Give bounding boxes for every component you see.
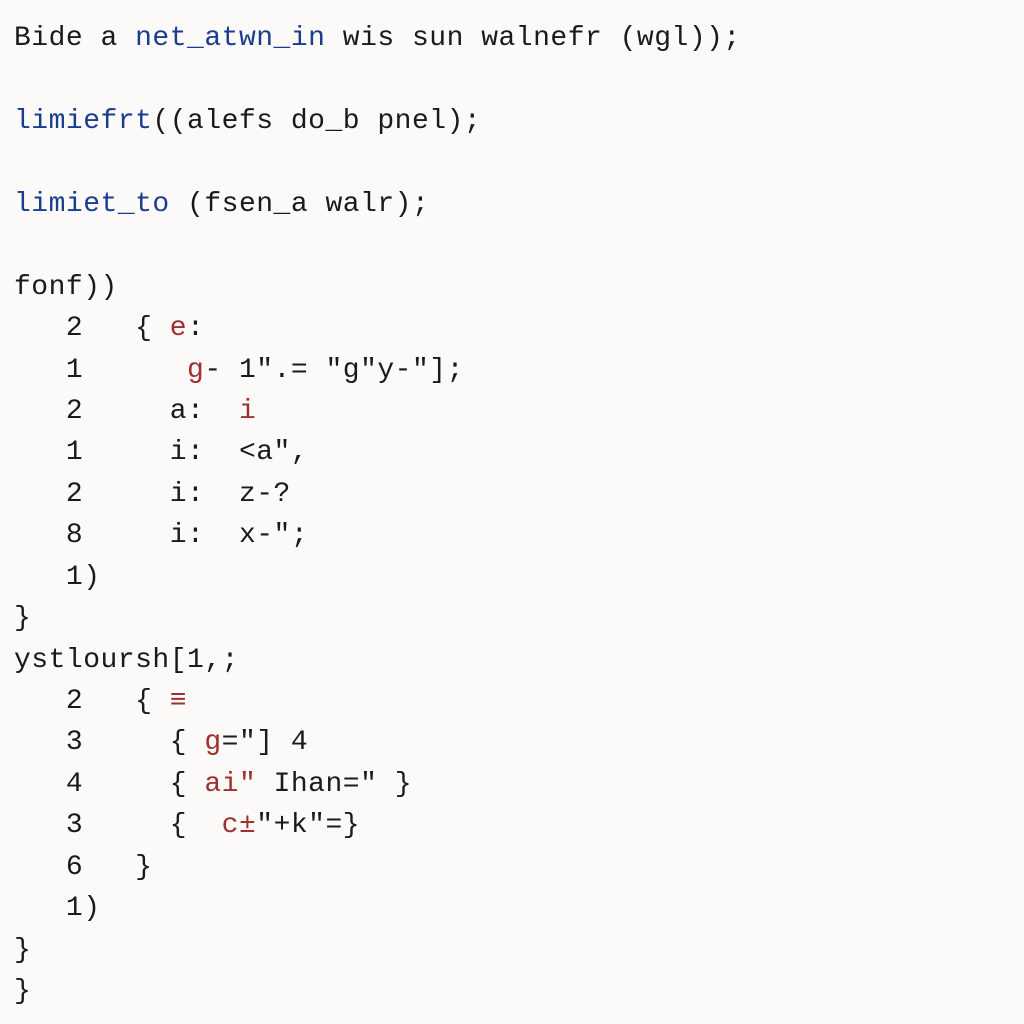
code-block: Bide a net_atwn_in wis sun walnefr (wgl)… — [14, 18, 1010, 1013]
gutter-number: 1 — [14, 437, 170, 468]
gutter-number: 3 — [14, 810, 170, 841]
text-fragment: i: z-? — [170, 479, 291, 510]
gutter-number: 2 — [14, 479, 170, 510]
text-fragment: ((alefs do_b pnel); — [152, 106, 481, 137]
gutter-number: 1 — [14, 355, 187, 386]
text-fragment: wis sun walnefr (wgl)); — [325, 23, 740, 54]
code-line: 3 { g="] 4 — [14, 722, 1010, 763]
gutter-number: 8 — [14, 520, 170, 551]
text-fragment: { — [135, 313, 170, 344]
blank-line — [14, 225, 1010, 266]
code-line: 1 g- 1".= "g"y-"]; — [14, 350, 1010, 391]
text-fragment: { — [170, 769, 205, 800]
code-line: fonf)) — [14, 267, 1010, 308]
accent-token: ≡ — [170, 686, 187, 717]
code-line: limiefrt((alefs do_b pnel); — [14, 101, 1010, 142]
gutter-number: 3 — [14, 727, 170, 758]
text-fragment: i: <a", — [170, 437, 308, 468]
accent-token: g — [204, 727, 221, 758]
text-fragment: ="] 4 — [222, 727, 309, 758]
accent-token: e — [170, 313, 187, 344]
keyword: limiefrt — [14, 106, 152, 137]
text-fragment: { — [170, 810, 222, 841]
text-fragment: i: x-"; — [170, 520, 308, 551]
code-line: 1) — [14, 888, 1010, 929]
code-line: 2 i: z-? — [14, 474, 1010, 515]
code-line: ystloursh[1,; — [14, 640, 1010, 681]
code-line: 2 a: i — [14, 391, 1010, 432]
code-line: 8 i: x-"; — [14, 515, 1010, 556]
gutter-number: 2 — [14, 686, 135, 717]
code-line: 1) — [14, 557, 1010, 598]
text-fragment: a: — [170, 396, 239, 427]
blank-line — [14, 59, 1010, 100]
code-line: limiet_to (fsen_a walr); — [14, 184, 1010, 225]
text-fragment: (fsen_a walr); — [170, 189, 430, 220]
gutter-number: 4 — [14, 769, 170, 800]
text-fragment: : — [187, 313, 204, 344]
text-fragment: { — [135, 686, 170, 717]
text-fragment: Bide a — [14, 23, 135, 54]
code-line: 2 { e: — [14, 308, 1010, 349]
code-line: 4 { ai" Ihan=" } — [14, 764, 1010, 805]
code-line: 6 } — [14, 847, 1010, 888]
accent-token: g — [187, 355, 204, 386]
text-fragment: "+k"=} — [256, 810, 360, 841]
code-line: } — [14, 930, 1010, 971]
code-line: Bide a net_atwn_in wis sun walnefr (wgl)… — [14, 18, 1010, 59]
code-line: } — [14, 598, 1010, 639]
text-fragment: { — [170, 727, 205, 758]
keyword: net_atwn_in — [135, 23, 325, 54]
text-fragment: Ihan=" } — [256, 769, 412, 800]
accent-token: c± — [222, 810, 257, 841]
code-line: 2 { ≡ — [14, 681, 1010, 722]
text-fragment: - 1".= "g"y-"]; — [204, 355, 464, 386]
code-line: 3 { c±"+k"=} — [14, 805, 1010, 846]
blank-line — [14, 142, 1010, 183]
gutter-number: 2 — [14, 396, 170, 427]
code-line: 1 i: <a", — [14, 432, 1010, 473]
gutter-number: 2 — [14, 313, 135, 344]
keyword: limiet_to — [14, 189, 170, 220]
code-line: } — [14, 971, 1010, 1012]
accent-token: i — [239, 396, 256, 427]
accent-token: ai" — [204, 769, 256, 800]
